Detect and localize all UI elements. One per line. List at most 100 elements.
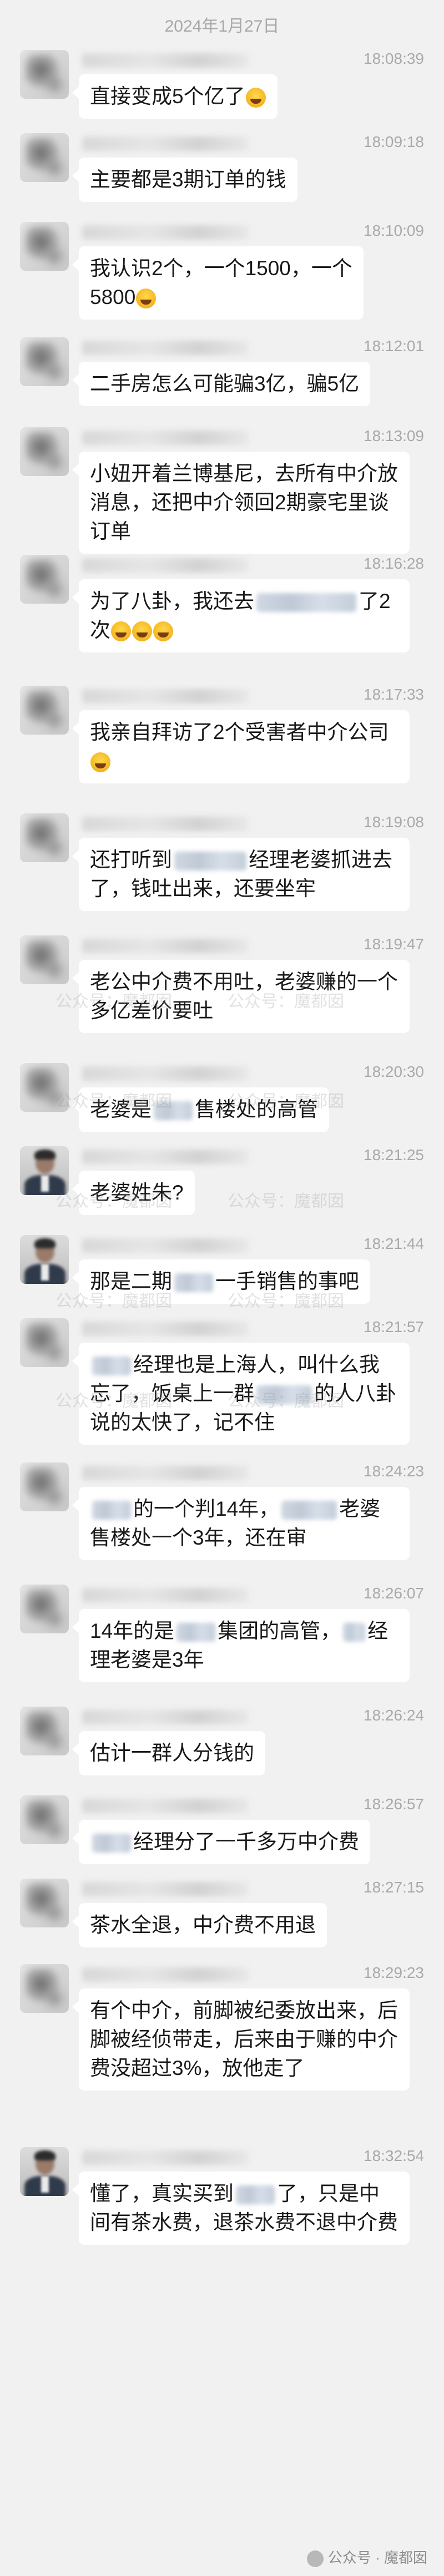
chat-message[interactable]: 18:17:33 我亲自拜访了2个受害者中介公司 (0, 686, 444, 787)
chat-message[interactable]: 18:09:18 主要都是3期订单的钱 (0, 133, 444, 205)
sender-name-redacted (82, 225, 249, 240)
watermark-text: 公众号：魔都囡 (56, 1092, 172, 1111)
avatar[interactable] (20, 337, 69, 386)
message-text: 集团的高管， (218, 1620, 341, 1642)
avatar[interactable] (20, 1462, 69, 1511)
watermark-text: 公众号：魔都囡 (228, 1092, 344, 1111)
sender-name-redacted (82, 136, 249, 151)
message-time: 18:21:57 (364, 1318, 424, 1335)
message-bubble[interactable]: 小妞开着兰博基尼，去所有中介放消息，还把中介领回2期豪宅里谈订单 (72, 452, 410, 554)
chat-message[interactable]: 18:26:57 经理分了一千多万中介费 (0, 1795, 444, 1868)
footer-watermark-text: 公众号 · 魔都囡 (327, 2549, 427, 2566)
avatar[interactable] (20, 50, 69, 99)
message-time: 18:32:54 (364, 2147, 424, 2164)
watermark-text: 公众号：魔都囡 (56, 993, 172, 1011)
avatar[interactable] (20, 1318, 69, 1367)
chat-message[interactable]: 18:13:09 小妞开着兰博基尼，去所有中介放消息，还把中介领回2期豪宅里谈订单 (0, 427, 444, 554)
avatar[interactable] (20, 1795, 69, 1844)
message-time: 18:26:24 (364, 1707, 424, 1724)
avatar[interactable] (20, 1879, 69, 1927)
message-bubble[interactable]: 主要都是3期订单的钱 (72, 158, 297, 202)
chat-message[interactable]: 18:12:01 二手房怎么可能骗3亿，骗5亿 (0, 337, 444, 409)
message-time: 18:08:39 (364, 50, 424, 67)
message-text: 还打听到 (90, 848, 172, 871)
sender-name-redacted (82, 939, 249, 953)
message-bubble[interactable]: 还打听到 经理老婆抓进去了，钱吐出来，还要坐牢 (72, 838, 410, 911)
message-bubble[interactable]: 有个中介，前脚被纪委放出来，后脚被经侦带走，后来由于赚的中介费没超过3%，放他走… (72, 1988, 410, 2091)
message-time: 18:26:07 (364, 1585, 424, 1602)
redacted-text (343, 1623, 366, 1642)
redacted-text (92, 1501, 131, 1520)
sender-name-redacted (82, 1238, 249, 1253)
message-bubble[interactable]: 估计一群人分钱的 (72, 1731, 265, 1775)
sender-name-redacted (82, 1710, 249, 1724)
sender-name-redacted (82, 558, 249, 573)
chat-message[interactable]: 18:19:08 还打听到 经理老婆抓进去了，钱吐出来，还要坐牢 (0, 813, 444, 914)
sender-name-redacted (82, 1588, 249, 1602)
chat-message[interactable]: 18:10:09 我认识2个，一个1500，一个 5800 (0, 222, 444, 323)
avatar[interactable] (20, 935, 69, 984)
message-bubble[interactable]: 我认识2个，一个1500，一个 5800 (72, 246, 364, 320)
message-bubble[interactable]: 经理分了一千多万中介费 (72, 1820, 370, 1864)
redacted-text (281, 1501, 337, 1520)
chat-message[interactable]: 18:26:07 14年的是 集团的高管， 经理老婆是3年 (0, 1585, 444, 1686)
watermark-text: 公众号：魔都囡 (228, 1292, 344, 1310)
avatar[interactable] (20, 555, 69, 604)
chat-message[interactable]: 18:27:15 茶水全退，中介费不用退 (0, 1879, 444, 1951)
message-time: 18:17:33 (364, 686, 424, 703)
message-text: 有个中介，前脚被纪委放出来，后脚被经侦带走，后来由于赚的中介费没超过3%，放他走… (90, 1999, 398, 2079)
laugh-cry-emoji-icon (245, 88, 266, 108)
avatar[interactable] (20, 427, 69, 476)
message-text: 主要都是3期订单的钱 (90, 168, 286, 191)
avatar[interactable] (20, 1707, 69, 1755)
sender-name-redacted (82, 341, 249, 355)
message-text: 直接变成5个亿了 (90, 85, 245, 108)
message-bubble[interactable]: 14年的是 集团的高管， 经理老婆是3年 (72, 1609, 410, 1682)
message-time: 18:26:57 (364, 1795, 424, 1813)
message-bubble[interactable]: 我亲自拜访了2个受害者中介公司 (72, 710, 410, 783)
message-bubble[interactable]: 茶水全退，中介费不用退 (72, 1903, 327, 1947)
chat-message[interactable]: 18:19:47 老公中介费不用吐，老婆赚的一个多亿差价要吐 (0, 935, 444, 1036)
watermark-text: 公众号：魔都囡 (56, 1192, 172, 1211)
avatar[interactable] (20, 1585, 69, 1633)
message-time: 18:12:01 (364, 337, 424, 355)
chat-message[interactable]: 18:26:24 估计一群人分钱的 (0, 1707, 444, 1779)
chat-message[interactable]: 18:21:57 经理也是上海人，叫什么我忘了，饭桌上一群 的人八卦说的太快了，记不… (0, 1318, 444, 1448)
chat-message[interactable]: 18:29:23 有个中介，前脚被纪委放出来，后脚被经侦带走，后来由于赚的中介费没… (0, 1964, 444, 2094)
message-bubble[interactable]: 的一个判14年， 老婆售楼处一个3年，还在审 (72, 1487, 410, 1560)
message-text: 为了八卦，我还去 (90, 590, 254, 613)
message-bubble[interactable]: 为了八卦，我还去 了2次 (72, 579, 410, 652)
watermark-text: 公众号：魔都囡 (228, 993, 344, 1011)
footer-watermark: 公众号 · 魔都囡 (306, 2547, 427, 2568)
avatar[interactable] (20, 1964, 69, 2013)
chat-message[interactable]: 18:24:23 的一个判14年， 老婆售楼处一个3年，还在审 (0, 1462, 444, 1563)
message-bubble[interactable]: 直接变成5个亿了 (72, 74, 278, 119)
avatar[interactable] (20, 222, 69, 271)
avatar[interactable] (20, 686, 69, 735)
message-time: 18:20:30 (364, 1063, 424, 1080)
sender-name-redacted (82, 1150, 249, 1164)
message-time: 18:16:28 (364, 555, 424, 572)
sender-name-redacted (82, 1466, 249, 1480)
message-text: 的一个判14年， (133, 1497, 280, 1520)
message-time: 18:19:47 (364, 935, 424, 953)
message-time: 18:21:44 (364, 1235, 424, 1252)
avatar[interactable] (20, 133, 69, 182)
avatar[interactable] (20, 2147, 69, 2196)
chat-message[interactable]: 18:32:54 懂了，真实买到 了，只是中间有茶水费，退茶水费不退中介费 (0, 2147, 444, 2277)
chat-message[interactable]: 18:08:39 直接变成5个亿了 (0, 50, 444, 122)
message-bubble[interactable]: 二手房怎么可能骗3亿，骗5亿 (72, 362, 371, 406)
avatar[interactable] (20, 813, 69, 862)
redacted-text (92, 1834, 131, 1853)
message-time: 18:24:23 (364, 1462, 424, 1480)
avatar[interactable] (20, 1235, 69, 1284)
wechat-official-icon (306, 2550, 324, 2568)
sender-name-redacted (82, 1799, 249, 1813)
message-bubble[interactable]: 懂了，真实买到 了，只是中间有茶水费，退茶水费不退中介费 (72, 2172, 410, 2245)
sender-name-redacted (82, 1967, 249, 1982)
message-text: 5800 (90, 286, 136, 308)
watermark-text: 公众号：魔都囡 (56, 1392, 172, 1410)
chat-message[interactable]: 18:16:28 为了八卦，我还去 了2次 (0, 555, 444, 656)
sender-name-redacted (82, 1322, 249, 1336)
laugh-cry-emoji-icon (90, 752, 110, 773)
